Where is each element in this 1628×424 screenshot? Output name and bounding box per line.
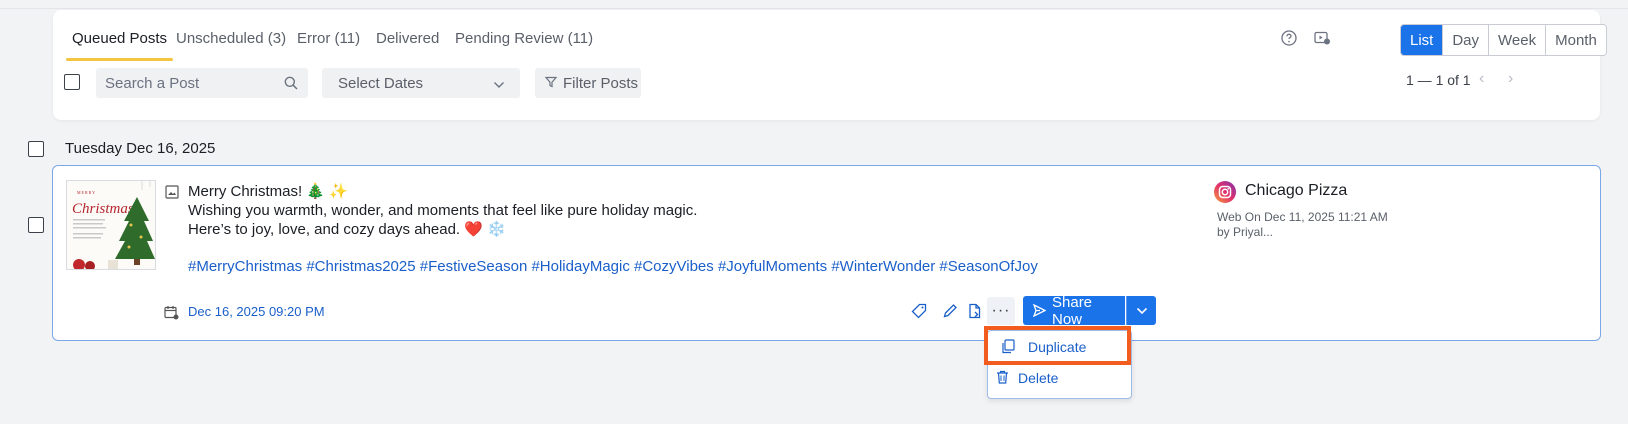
caption-line-3: Here’s to joy, love, and cozy days ahead…	[188, 221, 506, 238]
delete-menu-item[interactable]: Delete	[988, 364, 1131, 392]
group-checkbox[interactable]	[28, 141, 44, 157]
view-week-button[interactable]: Week	[1488, 25, 1546, 55]
post-card[interactable]: MERRY Christmas Merry Christmas! 🎄 ✨ Wis…	[52, 165, 1601, 341]
calendar-icon	[160, 301, 182, 323]
caption-line-2: Wishing you warmth, wonder, and moments …	[188, 202, 698, 219]
view-day-button[interactable]: Day	[1442, 25, 1489, 55]
filter-icon	[545, 76, 557, 88]
select-all-checkbox[interactable]	[64, 74, 80, 90]
share-now-label: Share Now	[1052, 293, 1093, 328]
instagram-icon	[1213, 180, 1237, 204]
share-now-button[interactable]: Share Now	[1023, 293, 1125, 328]
top-divider	[0, 8, 1628, 9]
filter-panel: Queued Posts Unscheduled (3) Error (11) …	[53, 10, 1607, 120]
more-icon[interactable]: ···	[987, 297, 1015, 325]
video-settings-icon[interactable]	[1311, 27, 1333, 49]
delete-label: Delete	[1018, 370, 1059, 386]
scheduled-date[interactable]: Dec 16, 2025 09:20 PM	[188, 304, 325, 319]
chevron-down-icon	[488, 74, 510, 96]
help-icon[interactable]	[1278, 27, 1300, 49]
filter-posts-button[interactable]: Filter Posts	[535, 68, 641, 98]
tab-queued-posts[interactable]: Queued Posts	[65, 30, 174, 61]
date-select-label: Select Dates	[338, 74, 424, 92]
filter-label: Filter Posts	[563, 74, 639, 92]
tag-icon[interactable]	[908, 300, 930, 322]
post-caption: Merry Christmas! 🎄 ✨ Wishing you warmth,…	[188, 182, 697, 239]
tab-unscheduled[interactable]: Unscheduled (3)	[176, 30, 286, 54]
date-select[interactable]: Select Dates	[322, 68, 520, 98]
next-page-icon[interactable]: ›	[1508, 70, 1513, 88]
post-thumbnail[interactable]: MERRY Christmas	[66, 180, 156, 270]
search-icon[interactable]	[280, 72, 302, 94]
account-meta-created: Web On Dec 11, 2025 11:21 AM	[1217, 210, 1388, 224]
tab-delivered[interactable]: Delivered	[376, 30, 439, 54]
account-meta-author: by Priyal...	[1217, 225, 1274, 239]
duplicate-highlight-box	[984, 326, 1131, 365]
search-box	[96, 68, 308, 98]
post-checkbox[interactable]	[28, 217, 44, 233]
caption-line-1: Merry Christmas! 🎄 ✨	[188, 183, 348, 200]
prev-page-icon[interactable]: ‹	[1479, 70, 1484, 88]
edit-icon[interactable]	[939, 300, 961, 322]
tab-pending-review[interactable]: Pending Review (11)	[455, 30, 593, 54]
view-month-button[interactable]: Month	[1545, 25, 1606, 55]
group-date-header: Tuesday Dec 16, 2025	[65, 140, 216, 157]
thumbnail-title-small: MERRY	[77, 190, 96, 195]
pagination-text: 1 — 1 of 1	[1406, 72, 1471, 88]
document-icon[interactable]	[964, 300, 986, 322]
view-toggle: List Day Week Month	[1400, 24, 1607, 56]
send-icon	[1033, 304, 1046, 317]
tab-error[interactable]: Error (11)	[297, 30, 360, 54]
search-input[interactable]	[96, 68, 276, 98]
account-name: Chicago Pizza	[1245, 182, 1348, 199]
view-list-button[interactable]: List	[1401, 25, 1443, 55]
trash-icon	[997, 370, 1008, 384]
share-options-button[interactable]	[1126, 296, 1156, 325]
image-icon	[161, 181, 183, 203]
account-meta: Web On Dec 11, 2025 11:21 AM by Priyal..…	[1217, 210, 1388, 240]
post-hashtags[interactable]: #MerryChristmas #Christmas2025 #FestiveS…	[188, 258, 1038, 275]
chevron-down-icon	[1136, 307, 1147, 314]
thumbnail-title-script: Christmas	[72, 201, 134, 217]
